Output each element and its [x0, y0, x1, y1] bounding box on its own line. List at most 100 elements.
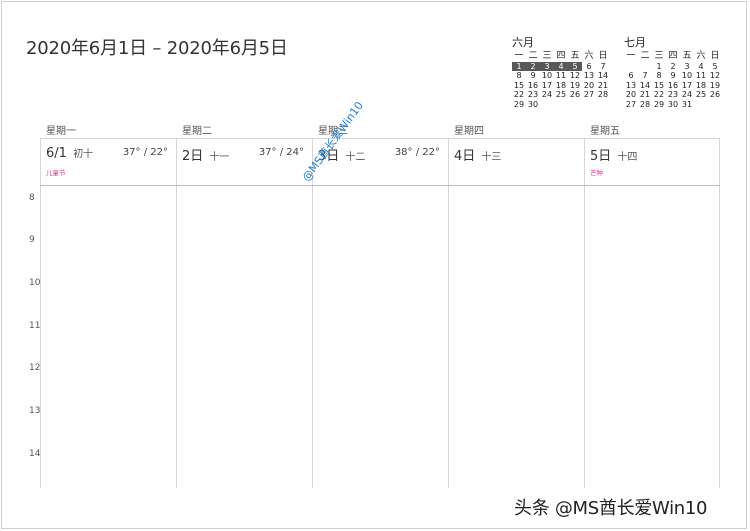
day-column-tuesday[interactable]	[176, 138, 312, 488]
mini-day[interactable]: 16	[526, 81, 540, 91]
day-column-thursday[interactable]	[448, 138, 584, 488]
mini-day[interactable]: 26	[568, 90, 582, 100]
day-date: 5日	[590, 149, 612, 164]
mini-day[interactable]: 28	[638, 100, 652, 110]
mini-day[interactable]: 22	[652, 90, 666, 100]
day-temperature: 37° / 22°	[122, 147, 168, 158]
mini-day[interactable]: 10	[540, 71, 554, 81]
hour-label: 14	[29, 449, 41, 459]
mini-day[interactable]: 28	[596, 90, 610, 100]
mini-day[interactable]: 9	[666, 71, 680, 81]
mini-day[interactable]: 18	[554, 81, 568, 91]
mini-day[interactable]: 12	[708, 71, 722, 81]
mini-day[interactable]: 18	[694, 81, 708, 91]
mini-day[interactable]: 12	[568, 71, 582, 81]
mini-day[interactable]: 10	[680, 71, 694, 81]
mini-day[interactable]: 1	[652, 62, 666, 72]
weekday-label: 五	[570, 51, 580, 61]
mini-day[interactable]: 19	[708, 81, 722, 91]
day-date: 6/1	[46, 146, 67, 161]
mini-day-selected[interactable]: 4	[554, 61, 568, 71]
mini-day[interactable]: 15	[652, 81, 666, 91]
mini-day[interactable]: 16	[666, 81, 680, 91]
day-temperature: 37° / 24°	[258, 147, 304, 158]
weekday-label: 三	[654, 51, 664, 61]
mini-day[interactable]: 20	[624, 90, 638, 100]
mini-day[interactable]: 5	[708, 62, 722, 72]
mini-day[interactable]: 8	[652, 71, 666, 81]
mini-day[interactable]: 23	[666, 90, 680, 100]
mini-day[interactable]: 30	[526, 100, 540, 110]
mini-day[interactable]: 20	[582, 81, 596, 91]
weekday-label: 四	[668, 51, 678, 61]
mini-day[interactable]: 30	[666, 100, 680, 110]
weekday-label: 一	[626, 51, 636, 61]
mini-day[interactable]: 24	[680, 90, 694, 100]
mini-day[interactable]: 6	[624, 71, 638, 81]
mini-day[interactable]: 26	[708, 90, 722, 100]
mini-day[interactable]: 9	[526, 71, 540, 81]
page-title: 2020年6月1日 – 2020年6月5日	[26, 38, 288, 59]
festival-label: 儿童节	[46, 169, 66, 177]
mini-day[interactable]: 21	[638, 90, 652, 100]
mini-day[interactable]: 22	[512, 90, 526, 100]
mini-day-selected[interactable]: 5	[568, 61, 582, 71]
day-header-thursday[interactable]: 4日 十三	[448, 139, 584, 185]
mini-day[interactable]: 21	[596, 81, 610, 91]
hour-label: 8	[29, 193, 35, 203]
mini-day[interactable]: 23	[526, 90, 540, 100]
mini-day[interactable]: 17	[680, 81, 694, 91]
mini-day[interactable]: 29	[512, 100, 526, 110]
mini-day-empty	[582, 100, 596, 110]
mini-day[interactable]: 14	[638, 81, 652, 91]
mini-day-selected[interactable]: 1	[512, 61, 526, 71]
mini-day[interactable]: 25	[694, 90, 708, 100]
day-date: 2日	[182, 149, 204, 164]
day-column-monday[interactable]	[40, 138, 176, 488]
mini-day[interactable]: 29	[652, 100, 666, 110]
mini-day[interactable]: 11	[694, 71, 708, 81]
brand-watermark: 头条 @MS酋长爱Win10	[514, 498, 708, 519]
mini-day-empty	[540, 100, 554, 110]
mini-day[interactable]: 7	[596, 62, 610, 72]
day-column-friday[interactable]	[584, 138, 720, 488]
mini-day[interactable]: 8	[512, 71, 526, 81]
lunar-date: 初十	[73, 149, 94, 160]
mini-day-empty	[554, 100, 568, 110]
mini-calendar-grid: 一 二 三 四 五 六 日 1 2 3 4 5 6 7 8 9 10 11 12…	[624, 51, 722, 110]
mini-day[interactable]: 11	[554, 71, 568, 81]
mini-day[interactable]: 31	[680, 100, 694, 110]
weekday-tuesday: 星期二	[182, 126, 212, 137]
day-header-monday[interactable]: 6/1 初十 37° / 22° 儿童节	[40, 139, 176, 185]
day-column-wednesday[interactable]	[312, 138, 448, 488]
mini-day[interactable]: 27	[582, 90, 596, 100]
mini-day[interactable]: 3	[680, 62, 694, 72]
day-header-friday[interactable]: 5日 十四 芒种	[584, 139, 720, 185]
mini-day[interactable]: 24	[540, 90, 554, 100]
weekday-label: 六	[584, 51, 594, 61]
day-header-tuesday[interactable]: 2日 十一 37° / 24°	[176, 139, 312, 185]
mini-day[interactable]: 15	[512, 81, 526, 91]
mini-day[interactable]: 25	[554, 90, 568, 100]
mini-day[interactable]: 14	[596, 71, 610, 81]
weekday-label: 一	[514, 51, 524, 61]
mini-day-empty	[568, 100, 582, 110]
mini-day[interactable]: 6	[582, 62, 596, 72]
hour-label: 10	[29, 278, 41, 288]
mini-day[interactable]: 7	[638, 71, 652, 81]
lunar-date: 十二	[345, 152, 366, 163]
mini-day[interactable]: 19	[568, 81, 582, 91]
mini-day[interactable]: 17	[540, 81, 554, 91]
mini-day[interactable]: 13	[582, 71, 596, 81]
lunar-date: 十一	[209, 152, 230, 163]
mini-day[interactable]: 2	[666, 62, 680, 72]
mini-day[interactable]: 13	[624, 81, 638, 91]
mini-day-selected[interactable]: 2	[526, 61, 540, 71]
mini-day-selected[interactable]: 3	[540, 61, 554, 71]
mini-calendar-grid: 一 二 三 四 五 六 日 1 2 3 4 5 6 7 8 9 10 11 12…	[512, 51, 610, 110]
day-date: 4日	[454, 149, 476, 164]
mini-day[interactable]: 4	[694, 62, 708, 72]
mini-calendar-june: 六月 一 二 三 四 五 六 日 1 2 3 4 5 6 7 8 9 10 11…	[512, 34, 610, 109]
mini-day[interactable]: 27	[624, 100, 638, 110]
mini-calendar-july: 七月 一 二 三 四 五 六 日 1 2 3 4 5 6 7 8 9 10 11…	[624, 34, 722, 109]
